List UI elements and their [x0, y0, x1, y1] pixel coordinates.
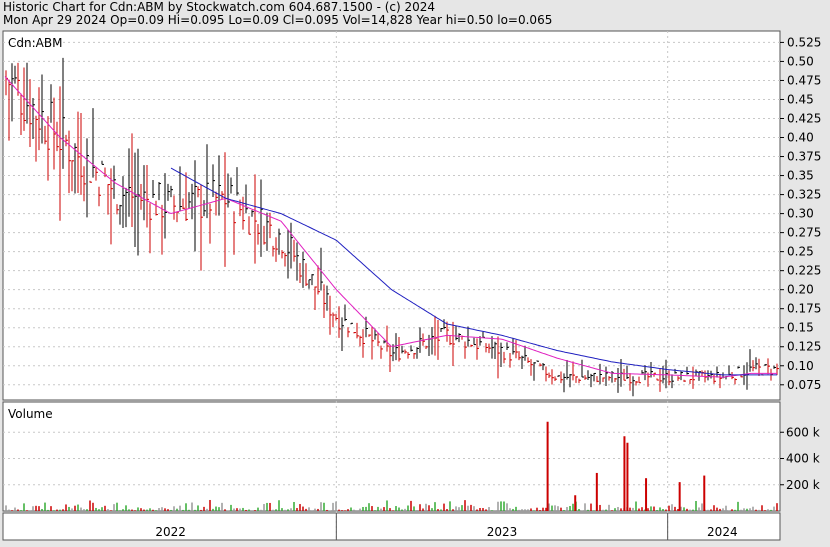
- volume-tick-label: 600 k: [786, 425, 820, 439]
- year-label: 2022: [155, 525, 186, 539]
- volume-tick-label: 200 k: [786, 478, 820, 492]
- year-label: 2023: [487, 525, 518, 539]
- price-tick-label: 0.525: [787, 35, 821, 49]
- price-tick-label: 0.275: [787, 226, 821, 240]
- time-axis-panel: [2, 512, 781, 541]
- price-tick-label: 0.475: [787, 73, 821, 87]
- price-tick-label: 0.325: [787, 188, 821, 202]
- price-tick-label: 0.35: [787, 169, 814, 183]
- volume-panel-title: Volume: [8, 407, 53, 421]
- price-tick-label: 0.25: [787, 245, 814, 259]
- volume-panel: [2, 401, 781, 512]
- chart-area: 0.525 0.50 0.475 0.45 0.425 0.40 0.375 0.35 0.32…: [0, 0, 830, 543]
- price-tick-label: 0.175: [787, 302, 821, 316]
- price-tick-label: 0.40: [787, 131, 814, 145]
- price-tick-label: 0.30: [787, 207, 814, 221]
- price-tick-label: 0.375: [787, 150, 821, 164]
- price-tick-label: 0.20: [787, 283, 814, 297]
- price-tick-label: 0.425: [787, 111, 821, 125]
- price-tick-label: 0.45: [787, 92, 814, 106]
- price-tick-label: 0.50: [787, 54, 814, 68]
- price-tick-label: 0.125: [787, 340, 821, 354]
- volume-tick-label: 400 k: [786, 452, 820, 466]
- year-label: 2024: [707, 525, 738, 539]
- price-tick-label: 0.225: [787, 264, 821, 278]
- price-tick-label: 0.075: [787, 378, 821, 392]
- chart-svg: 0.525 0.50 0.475 0.45 0.425 0.40 0.375 0.35 0.32…: [2, 30, 821, 541]
- price-tick-label: 0.15: [787, 321, 814, 335]
- price-tick-label: 0.10: [787, 359, 814, 373]
- price-panel-title: Cdn:ABM: [8, 36, 62, 50]
